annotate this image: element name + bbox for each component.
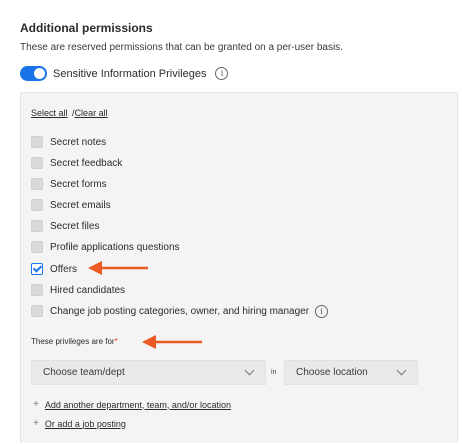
add-department-link[interactable]: + Add another department, team, and/or l… xyxy=(33,399,231,410)
permission-label: Hired candidates xyxy=(50,284,126,296)
permission-label: Secret emails xyxy=(50,199,111,211)
permission-row-secret-notes[interactable]: Secret notes xyxy=(31,134,106,150)
permission-row-secret-forms[interactable]: Secret forms xyxy=(31,176,107,192)
permission-checkbox[interactable] xyxy=(31,284,43,296)
info-icon[interactable]: i xyxy=(315,304,329,318)
privileges-for-label: These privileges are for* xyxy=(31,337,118,346)
permission-checkbox-checked[interactable] xyxy=(31,263,43,275)
permission-label: Secret files xyxy=(50,220,100,232)
permission-label: Secret forms xyxy=(50,178,107,190)
permission-checkbox[interactable] xyxy=(31,178,43,190)
add-job-posting-text[interactable]: Or add a job posting xyxy=(45,419,126,429)
annotation-arrow-offers xyxy=(88,261,148,275)
add-job-posting-link[interactable]: + Or add a job posting xyxy=(33,418,126,429)
permission-row-offers[interactable]: Offers xyxy=(31,261,77,277)
in-label: in xyxy=(271,369,277,376)
section-subtitle: These are reserved permissions that can … xyxy=(20,42,343,53)
permission-row-change-job-posting[interactable]: Change job posting categories, owner, an… xyxy=(31,303,329,319)
permission-label: Change job posting categories, owner, an… xyxy=(50,305,310,317)
plus-icon: + xyxy=(33,418,39,429)
permission-checkbox[interactable] xyxy=(31,157,43,169)
section-title: Additional permissions xyxy=(20,21,153,35)
location-select-value: Choose location xyxy=(296,367,368,378)
sensitive-privileges-row: Sensitive Information Privileges i xyxy=(20,66,229,81)
permission-label: Secret notes xyxy=(50,136,107,148)
required-asterisk: * xyxy=(114,337,118,346)
chevron-down-icon xyxy=(396,365,407,376)
info-icon[interactable]: i xyxy=(215,67,229,80)
sensitive-privileges-toggle[interactable] xyxy=(20,66,47,81)
toggle-label: Sensitive Information Privileges xyxy=(53,67,207,80)
annotation-arrow-privileges xyxy=(142,335,202,349)
select-links: Select all /Clear all xyxy=(31,108,108,118)
permission-row-secret-files[interactable]: Secret files xyxy=(31,218,99,234)
plus-icon: + xyxy=(33,399,39,410)
permission-checkbox[interactable] xyxy=(31,305,43,317)
permission-checkbox[interactable] xyxy=(31,199,43,211)
location-select[interactable]: Choose location xyxy=(284,360,418,385)
permission-row-profile-applications-questions[interactable]: Profile applications questions xyxy=(31,239,180,255)
permission-checkbox[interactable] xyxy=(31,136,43,148)
team-dept-select[interactable]: Choose team/dept xyxy=(31,360,266,385)
permission-row-hired-candidates[interactable]: Hired candidates xyxy=(31,282,125,298)
clear-all-link[interactable]: Clear all xyxy=(75,108,108,118)
permission-label: Offers xyxy=(50,263,78,275)
team-dept-select-value: Choose team/dept xyxy=(43,367,125,378)
toggle-knob xyxy=(34,68,45,79)
permission-row-secret-feedback[interactable]: Secret feedback xyxy=(31,155,122,171)
permission-row-secret-emails[interactable]: Secret emails xyxy=(31,197,111,213)
permission-label: Profile applications questions xyxy=(50,241,180,253)
select-all-link[interactable]: Select all xyxy=(31,108,68,118)
chevron-down-icon xyxy=(244,365,255,376)
add-department-text[interactable]: Add another department, team, and/or loc… xyxy=(45,400,231,410)
permission-checkbox[interactable] xyxy=(31,241,43,253)
permission-label: Secret feedback xyxy=(50,157,123,169)
permission-checkbox[interactable] xyxy=(31,220,43,232)
privileges-for-text: These privileges are for xyxy=(31,337,115,346)
